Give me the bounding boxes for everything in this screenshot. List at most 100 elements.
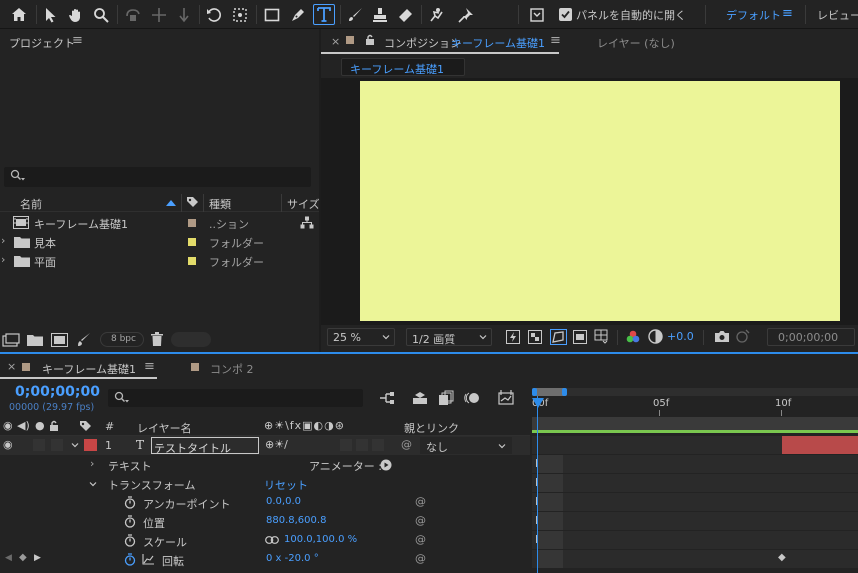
chevron-down-icon[interactable] [71,441,79,449]
dolly-camera-icon[interactable] [174,5,194,24]
constrain-proportions-icon[interactable] [265,536,279,544]
selection-tool-icon[interactable] [42,5,60,24]
work-area-end[interactable] [562,388,567,396]
pan-camera-icon[interactable] [148,5,170,24]
flowchart-icon[interactable] [300,216,314,229]
new-composition-icon[interactable] [51,333,68,347]
layer-switches[interactable]: ⊕☀/ [265,438,288,451]
fast-previews-icon[interactable] [506,330,520,344]
timeline-menu-icon[interactable]: ≡ [144,359,155,374]
comp-canvas[interactable] [360,81,840,321]
comp-breadcrumb[interactable]: キーフレーム基礎1 [341,58,465,76]
clone-stamp-icon[interactable] [369,5,391,24]
chevron-down-icon[interactable] [89,480,97,488]
stopwatch-icon[interactable] [124,515,136,528]
comp-viewer[interactable] [321,78,858,325]
layer-track[interactable] [532,436,858,455]
comp-menu-icon[interactable]: ≡ [550,33,561,48]
hand-tool-icon[interactable] [66,5,86,24]
column-parent[interactable]: 親とリンク [404,420,459,436]
label-column-icon[interactable] [186,196,199,209]
graph-editor-icon[interactable] [498,389,514,405]
playhead-line[interactable] [537,396,538,573]
property-value[interactable]: 100.0,100.0 % [284,534,357,545]
add-keyframe-icon[interactable]: ◆ [19,552,27,563]
property-row[interactable]: ◀ ◆ ▶ 回転 0 x -20.0 ° @ [0,550,530,569]
region-of-interest-icon[interactable] [573,330,587,344]
color-channels-icon[interactable] [626,330,640,344]
transparency-grid-icon[interactable] [528,330,542,344]
workspace-menu-icon[interactable]: ≡ [782,6,793,21]
eye-icon[interactable]: ◉ [3,438,13,451]
zoom-select[interactable]: 25 % [327,328,395,346]
label-swatch[interactable] [188,257,196,265]
work-area-start[interactable] [532,388,537,396]
expand-chevron-icon[interactable]: › [1,253,5,266]
bpc-button[interactable]: 8 bpc [100,332,144,347]
home-icon[interactable] [8,5,30,24]
flow-toggle[interactable] [171,332,211,347]
layer-name-field[interactable]: テストタイトル [151,437,259,455]
property-value[interactable]: 0 x -20.0 ° [266,553,319,564]
property-value[interactable]: 880.8,600.8 [266,515,326,526]
expression-pick-whip-icon[interactable]: @ [415,495,426,508]
switches-icons[interactable]: ⊕☀\fx▣◐◑⊛ [264,419,345,432]
work-area-bar[interactable] [536,388,564,396]
animator-label[interactable]: アニメーター : [309,458,382,474]
pan-behind-icon[interactable] [229,5,251,24]
project-panel-title[interactable]: プロジェクト [9,35,75,51]
expression-pick-whip-icon[interactable]: @ [415,514,426,527]
project-search-input[interactable] [4,167,311,187]
render-queue-icon[interactable] [77,332,91,348]
label-column-icon[interactable] [79,420,92,433]
mask-visibility-icon[interactable] [550,329,567,345]
switch-box[interactable] [340,439,352,451]
property-row[interactable]: 位置 880.8,600.8 @ [0,512,530,531]
current-timecode[interactable]: 0;00;00;00 [15,384,100,400]
pick-whip-icon[interactable]: @ [401,438,412,451]
switch-box[interactable] [356,439,368,451]
expression-pick-whip-icon[interactable]: @ [415,552,426,565]
stopwatch-icon[interactable] [124,534,136,547]
auto-open-checkbox[interactable] [559,8,572,21]
expand-chevron-icon[interactable]: › [1,234,5,247]
workspace-default[interactable]: デフォルト [726,7,781,23]
panel-toggle-icon[interactable] [527,5,547,24]
pen-tool-icon[interactable] [287,5,309,24]
label-swatch[interactable] [188,238,196,246]
property-group-text[interactable]: › テキスト アニメーター : [0,455,530,474]
trash-icon[interactable] [151,332,163,346]
puppet-pin-icon[interactable] [455,5,477,24]
composition-flowchart-icon[interactable] [379,391,395,405]
switch-box[interactable] [372,439,384,451]
workspace-review[interactable]: レビュー [817,7,858,23]
graph-icon[interactable] [142,554,154,565]
label-swatch[interactable] [188,219,196,227]
playhead-handle[interactable] [532,398,544,408]
zoom-tool-icon[interactable] [91,5,111,24]
prev-keyframe-icon[interactable]: ◀ [5,553,12,563]
interpret-footage-icon[interactable] [2,333,20,347]
list-item[interactable]: › 平面 フォルダー [0,251,319,270]
reset-link[interactable]: リセット [264,477,308,493]
frame-blending-icon[interactable] [438,390,454,406]
property-value[interactable]: 0.0,0.0 [266,496,301,507]
eraser-tool-icon[interactable] [394,5,416,24]
roto-brush-icon[interactable] [426,5,448,24]
parent-select[interactable]: なし [420,437,512,454]
list-item[interactable]: › 見本 フォルダー [0,232,319,251]
work-area-track[interactable] [532,388,858,396]
column-size[interactable]: サイズ [287,196,320,212]
column-name[interactable]: 名前 [20,196,42,212]
audio-icon[interactable]: ◀) [17,419,30,432]
lock-icon[interactable] [49,420,59,432]
column-type[interactable]: 種類 [209,196,231,212]
eye-icon[interactable]: ◉ [3,419,13,432]
new-folder-icon[interactable] [27,334,43,346]
grid-guide-icon[interactable] [594,329,610,345]
column-layer-name[interactable]: レイヤー名 [137,420,192,436]
resolution-select[interactable]: 1/2 画質 [406,328,492,346]
solo-toggle[interactable] [33,439,45,451]
snapshot-icon[interactable] [714,330,730,343]
rotation-tool-icon[interactable] [204,5,224,24]
